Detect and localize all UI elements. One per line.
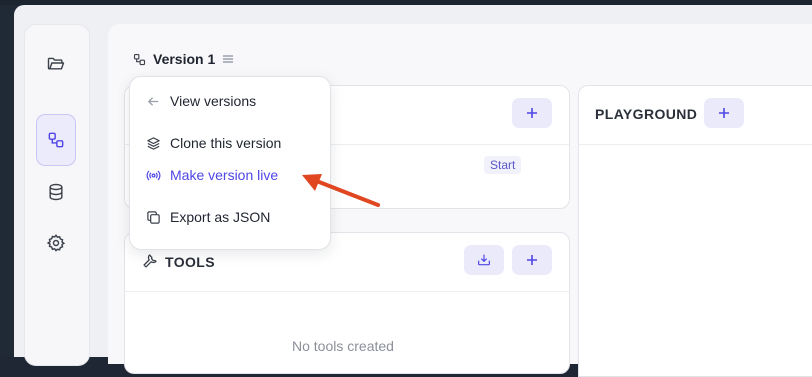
plus-icon [527, 255, 537, 265]
menu-lines-icon[interactable] [221, 53, 235, 65]
copy-icon [147, 210, 160, 224]
layers-icon [147, 136, 160, 150]
plus-icon [527, 108, 537, 118]
sidebar [24, 24, 90, 366]
flow-nodes-icon [48, 132, 64, 148]
plus-icon [719, 108, 729, 118]
sidebar-item-settings[interactable] [37, 223, 75, 263]
version-menu: View versions Clone this version Make ve… [129, 76, 331, 250]
start-badge: Start [484, 156, 522, 174]
folder-open-icon [47, 57, 65, 70]
arrow-left-icon [147, 96, 159, 106]
version-selector[interactable]: Version 1 [132, 48, 235, 70]
menu-item-view-versions[interactable]: View versions [146, 91, 256, 111]
tools-title: TOOLS [165, 254, 215, 270]
tools-empty-message: No tools created [292, 338, 394, 354]
window-left-edge [0, 5, 14, 357]
broadcast-icon [146, 170, 161, 180]
menu-item-clone-version[interactable]: Clone this version [146, 133, 281, 153]
menu-item-export-json[interactable]: Export as JSON [146, 207, 270, 227]
sidebar-item-flows[interactable] [36, 114, 76, 166]
database-icon [49, 183, 63, 201]
sidebar-item-files[interactable] [37, 43, 75, 83]
flow-nodes-icon [133, 53, 146, 65]
menu-item-make-live[interactable]: Make version live [146, 165, 278, 185]
playground-card [578, 85, 812, 377]
playground-title: PLAYGROUND [595, 106, 698, 122]
import-tool-button[interactable] [464, 245, 504, 275]
annotation-arrow [302, 174, 380, 207]
gear-icon [46, 234, 66, 252]
wrench-icon [143, 254, 157, 268]
add-playground-button[interactable] [704, 98, 744, 128]
version-label: Version 1 [153, 51, 216, 67]
download-tray-icon [478, 254, 490, 266]
add-flow-button[interactable] [512, 98, 552, 128]
sidebar-item-database[interactable] [37, 172, 75, 212]
add-tool-button[interactable] [512, 245, 552, 275]
